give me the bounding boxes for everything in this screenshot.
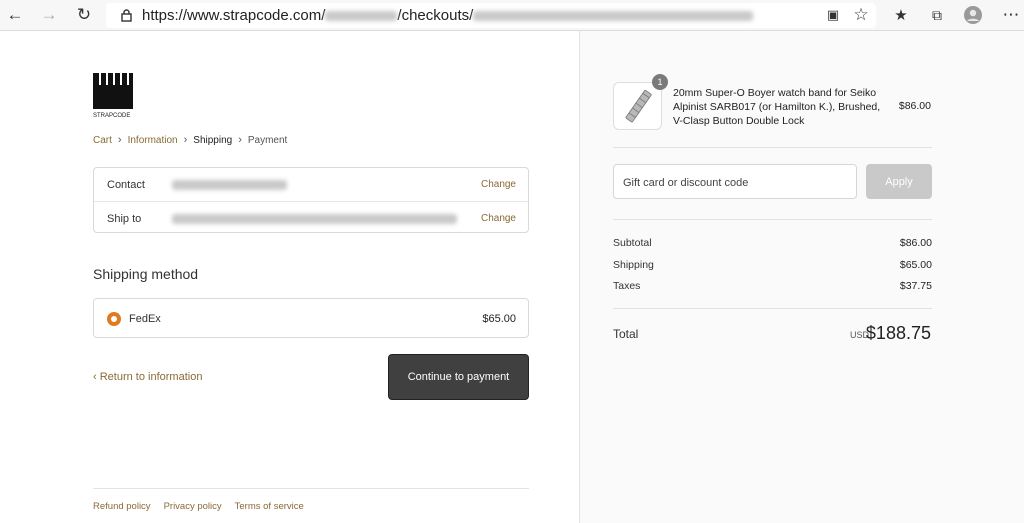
privacy-policy-link[interactable]: Privacy policy: [164, 501, 222, 512]
url-text: https://www.strapcode.com//checkouts/: [142, 7, 754, 24]
summary-divider: [613, 308, 932, 309]
profile-avatar-icon[interactable]: [962, 4, 984, 26]
change-contact-link[interactable]: Change: [481, 179, 516, 190]
strapcode-logo[interactable]: STRAPCODE: [93, 73, 133, 119]
breadcrumb-information[interactable]: Information: [128, 135, 178, 146]
lock-icon: [115, 4, 137, 26]
terms-of-service-link[interactable]: Terms of service: [235, 501, 304, 512]
favorites-list-icon[interactable]: ★: [890, 4, 912, 26]
subtotal-label: Subtotal: [613, 237, 652, 249]
shipping-value: $65.00: [899, 259, 932, 271]
subtotal-row: Subtotal $86.00: [613, 237, 932, 249]
ship-to-label: Ship to: [107, 213, 142, 225]
taxes-label: Taxes: [613, 280, 641, 292]
breadcrumb: Cart › Information › Shipping › Payment: [93, 134, 287, 146]
breadcrumb-payment: Payment: [247, 134, 288, 146]
checkout-main: STRAPCODE Cart › Information › Shipping …: [0, 31, 579, 523]
summary-divider: [613, 147, 932, 148]
continue-to-payment-button[interactable]: Continue to payment: [388, 354, 529, 400]
refund-policy-link[interactable]: Refund policy: [93, 501, 151, 512]
taxes-value: $37.75: [899, 280, 932, 292]
contact-value-redacted: [172, 180, 287, 190]
quantity-badge: 1: [652, 74, 668, 90]
footer-divider: [93, 488, 529, 489]
chevron-left-icon: ‹: [93, 371, 100, 383]
translate-icon[interactable]: ▣: [822, 4, 844, 26]
back-icon[interactable]: ←: [4, 4, 26, 26]
favorite-star-icon[interactable]: ☆: [850, 4, 872, 26]
svg-text:STRAPCODE: STRAPCODE: [93, 113, 130, 119]
shipping-option-name: FedEx: [129, 313, 161, 325]
contact-label: Contact: [107, 179, 145, 191]
shipping-label: Shipping: [613, 259, 654, 271]
forward-icon[interactable]: →: [38, 4, 60, 26]
product-thumbnail: [613, 82, 662, 130]
shipping-option[interactable]: FedEx $65.00: [93, 298, 529, 338]
shipping-method-title: Shipping method: [93, 266, 199, 282]
chevron-right-icon: ›: [117, 134, 122, 146]
chevron-right-icon: ›: [238, 134, 242, 146]
browser-toolbar: ← → ↻ https://www.strapcode.com//checkou…: [0, 0, 1024, 31]
return-to-information-link[interactable]: ‹ Return to information: [93, 371, 202, 383]
discount-code-input[interactable]: Gift card or discount code: [613, 164, 857, 199]
watch-band-image: [625, 89, 652, 123]
more-menu-icon[interactable]: ⋯: [1000, 4, 1022, 26]
order-summary: 1 20mm Super-O Boyer watch band for Seik…: [579, 31, 1024, 523]
collections-icon[interactable]: ⧉: [926, 4, 948, 26]
shipping-row: Shipping $65.00: [613, 259, 932, 271]
subtotal-value: $86.00: [899, 237, 932, 249]
summary-divider: [613, 219, 932, 220]
total-value: $188.75: [865, 323, 931, 343]
policy-footer: Refund policy Privacy policy Terms of se…: [93, 501, 304, 512]
apply-button[interactable]: Apply: [866, 164, 932, 199]
breadcrumb-cart[interactable]: Cart: [93, 135, 112, 146]
chevron-right-icon: ›: [183, 134, 188, 146]
ship-to-row: Ship to Change: [94, 201, 528, 234]
review-box: Contact Change Ship to Change: [93, 167, 529, 233]
breadcrumb-shipping: Shipping: [193, 134, 233, 146]
ship-to-value-redacted: [172, 214, 457, 224]
refresh-icon[interactable]: ↻: [73, 4, 95, 26]
selected-radio-icon[interactable]: [107, 312, 121, 326]
change-ship-to-link[interactable]: Change: [481, 213, 516, 224]
product-price: $86.00: [898, 100, 931, 112]
taxes-row: Taxes $37.75: [613, 280, 932, 292]
contact-row: Contact Change: [94, 168, 528, 201]
product-name: 20mm Super-O Boyer watch band for Seiko …: [673, 87, 881, 127]
total-label: Total: [613, 327, 639, 341]
shipping-option-price: $65.00: [482, 313, 516, 325]
